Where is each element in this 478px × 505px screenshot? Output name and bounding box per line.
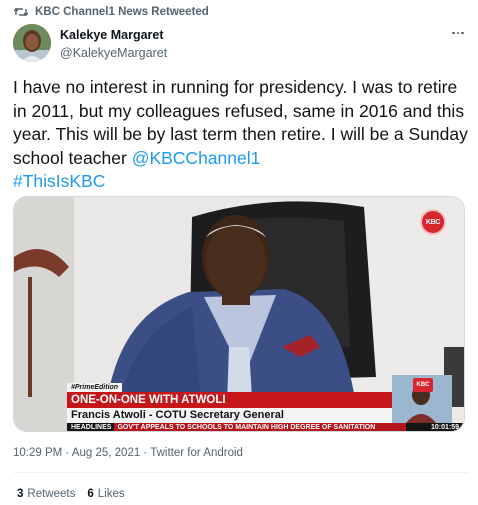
author-name[interactable]: Kalekye Margaret: [60, 27, 167, 43]
mention-link[interactable]: @KBCChannel1: [132, 148, 261, 168]
kbc-logo: KBC: [420, 209, 446, 235]
tweet-text: I have no interest in running for presid…: [13, 76, 471, 194]
likes-count: 6: [87, 488, 94, 500]
retweets-count: 3: [17, 488, 24, 500]
tweet-media[interactable]: KBC #PrimeEdition ONE-ON-ONE WITH ATWOLI…: [13, 196, 465, 432]
ticker-text: GOV'T APPEALS TO SCHOOLS TO MAINTAIN HIG…: [114, 423, 407, 431]
retweet-label: KBC Channel1 News Retweeted: [35, 6, 209, 18]
ticker-time: 10:01:59: [430, 424, 459, 431]
tweet-timestamp[interactable]: 10:29 PM · Aug 25, 2021 · Twitter for An…: [13, 446, 243, 460]
retweets-label: Retweets: [27, 488, 76, 500]
likes-label: Likes: [97, 488, 125, 500]
inset-logo: KBC: [413, 378, 433, 392]
avatar[interactable]: [13, 24, 51, 62]
more-options-icon[interactable]: [448, 24, 468, 42]
retweets-stat[interactable]: 3 Retweets: [17, 488, 75, 500]
lower-third-name: Francis Atwoli - COTU Secretary General: [67, 408, 392, 423]
news-ticker: HEADLINES GOV'T APPEALS TO SCHOOLS TO MA…: [67, 423, 464, 431]
retweet-context[interactable]: KBC Channel1 News Retweeted: [13, 3, 209, 21]
engagement-stats: 3 Retweets 6 Likes: [17, 488, 125, 500]
author-handle[interactable]: @KalekyeMargaret: [60, 45, 167, 62]
divider: [13, 472, 468, 473]
hashtag-link[interactable]: #ThisIsKBC: [13, 171, 105, 191]
edition-tag: #PrimeEdition: [67, 383, 123, 392]
author-info[interactable]: Kalekye Margaret @KalekyeMargaret: [60, 27, 167, 62]
ticker-label: HEADLINES: [67, 423, 115, 431]
likes-stat[interactable]: 6 Likes: [87, 488, 124, 500]
retweet-icon: [13, 4, 29, 20]
lower-third-title: ONE-ON-ONE WITH ATWOLI: [67, 392, 392, 408]
